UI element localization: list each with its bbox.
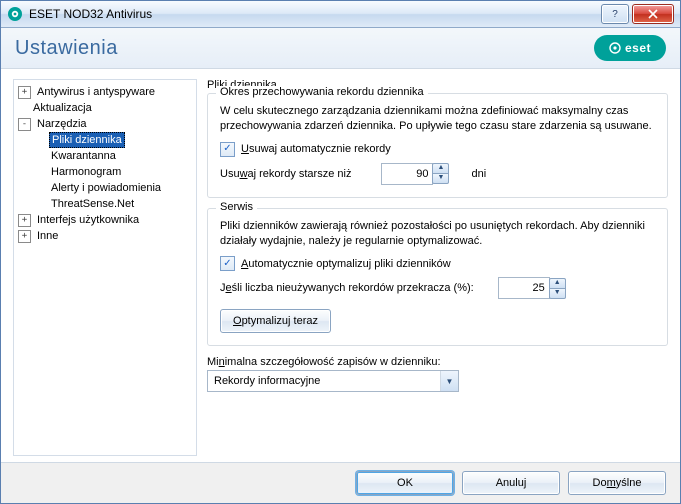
auto-optimize-label[interactable]: Automatycznie optymalizuj pliki dziennik… (241, 258, 451, 270)
tree-item-label: Interfejs użytkownika (35, 212, 141, 228)
window-title: ESET NOD32 Antivirus (29, 7, 601, 21)
tree-item[interactable]: -Narzędzia (16, 116, 194, 132)
tree-item-label: Inne (35, 228, 60, 244)
detail-level-label: Minimalna szczegółowość zapisów w dzienn… (207, 356, 441, 368)
tree-item-label: ThreatSense.Net (49, 196, 136, 212)
percent-input[interactable] (498, 277, 550, 299)
percent-label: Jeśli liczba nieużywanych rekordów przek… (220, 282, 474, 294)
days-label: Usuwaj rekordy starsze niż (220, 168, 351, 180)
tree-item-label: Harmonogram (49, 164, 123, 180)
optimize-now-row: Optymalizuj teraz (220, 309, 655, 333)
spin-up-icon[interactable]: ▲ (549, 278, 566, 288)
tree-item-label: Aktualizacja (31, 100, 94, 116)
dropdown-selected: Rekordy informacyjne (208, 375, 440, 387)
body: + Antywirus i antyspywareAktualizacja-Nar… (1, 69, 680, 462)
auto-delete-label[interactable]: Usuwaj automatycznie rekordy (241, 143, 391, 155)
tree-item[interactable]: + Interfejs użytkownika (16, 212, 194, 228)
tree-item[interactable]: Pliki dziennika (16, 132, 194, 148)
groupbox-retention: Okres przechowywania rekordu dziennika W… (207, 93, 668, 198)
percent-spin-buttons[interactable]: ▲▼ (549, 278, 566, 299)
groupbox-service: Serwis Pliki dzienników zawierają równie… (207, 208, 668, 347)
app-icon (7, 6, 23, 22)
auto-delete-row: ✓ Usuwaj automatycznie rekordy (220, 142, 655, 157)
retention-description: W celu skutecznego zarządzania dziennika… (220, 104, 655, 134)
group-legend: Serwis (216, 201, 257, 213)
days-unit: dni (471, 168, 486, 180)
tree-item[interactable]: ThreatSense.Net (16, 196, 194, 212)
nav-tree[interactable]: + Antywirus i antyspywareAktualizacja-Nar… (13, 79, 197, 456)
auto-optimize-checkbox[interactable]: ✓ (220, 256, 235, 271)
tree-item-label: Alerty i powiadomienia (49, 180, 163, 196)
spin-down-icon[interactable]: ▼ (549, 288, 566, 299)
tree-item-label: Narzędzia (35, 116, 89, 132)
days-spin-buttons[interactable]: ▲▼ (432, 163, 449, 184)
titlebar: ESET NOD32 Antivirus ? (1, 1, 680, 28)
tree-item-label: Pliki dziennika (49, 132, 125, 148)
percent-spinner[interactable]: ▲▼ (498, 277, 566, 299)
tree-item[interactable]: Kwarantanna (16, 148, 194, 164)
chevron-down-icon[interactable]: ▼ (440, 371, 458, 391)
help-button[interactable]: ? (601, 4, 629, 24)
window-buttons: ? (601, 4, 680, 24)
auto-optimize-row: ✓ Automatycznie optymalizuj pliki dzienn… (220, 256, 655, 271)
main-panel: Pliki dziennika Okres przechowywania rek… (207, 79, 668, 456)
tree-item[interactable]: Alerty i powiadomienia (16, 180, 194, 196)
eset-logo: eset (594, 35, 666, 61)
app-window: ESET NOD32 Antivirus ? Ustawienia eset +… (0, 0, 681, 504)
banner: Ustawienia eset (1, 28, 680, 69)
cancel-button[interactable]: Anuluj (462, 471, 560, 495)
close-button[interactable] (632, 4, 674, 24)
detail-level-section: Minimalna szczegółowość zapisów w dzienn… (207, 356, 668, 392)
days-row: Usuwaj rekordy starsze niż ▲▼ dni (220, 163, 655, 185)
service-description: Pliki dzienników zawierają również pozos… (220, 219, 655, 249)
tree-item[interactable]: Harmonogram (16, 164, 194, 180)
tree-item[interactable]: Aktualizacja (16, 100, 194, 116)
tree-item-label: Kwarantanna (49, 148, 118, 164)
percent-row: Jeśli liczba nieużywanych rekordów przek… (220, 277, 655, 299)
ok-button[interactable]: OK (356, 471, 454, 495)
collapse-icon[interactable]: - (18, 118, 31, 131)
days-input[interactable] (381, 163, 433, 185)
expand-icon[interactable]: + (18, 86, 31, 99)
footer: OK Anuluj Domyślne (1, 462, 680, 503)
tree-item[interactable]: + Antywirus i antyspyware (16, 84, 194, 100)
spin-up-icon[interactable]: ▲ (432, 163, 449, 173)
spin-down-icon[interactable]: ▼ (432, 173, 449, 184)
tree-item[interactable]: + Inne (16, 228, 194, 244)
tree-item-label: Antywirus i antyspyware (35, 84, 157, 100)
detail-level-dropdown[interactable]: Rekordy informacyjne ▼ (207, 370, 459, 392)
group-legend: Okres przechowywania rekordu dziennika (216, 86, 428, 98)
optimize-now-button[interactable]: Optymalizuj teraz (220, 309, 331, 333)
page-heading: Ustawienia (15, 37, 118, 60)
auto-delete-checkbox[interactable]: ✓ (220, 142, 235, 157)
days-spinner[interactable]: ▲▼ (381, 163, 449, 185)
default-button[interactable]: Domyślne (568, 471, 666, 495)
expand-icon[interactable]: + (18, 230, 31, 243)
expand-icon[interactable]: + (18, 214, 31, 227)
